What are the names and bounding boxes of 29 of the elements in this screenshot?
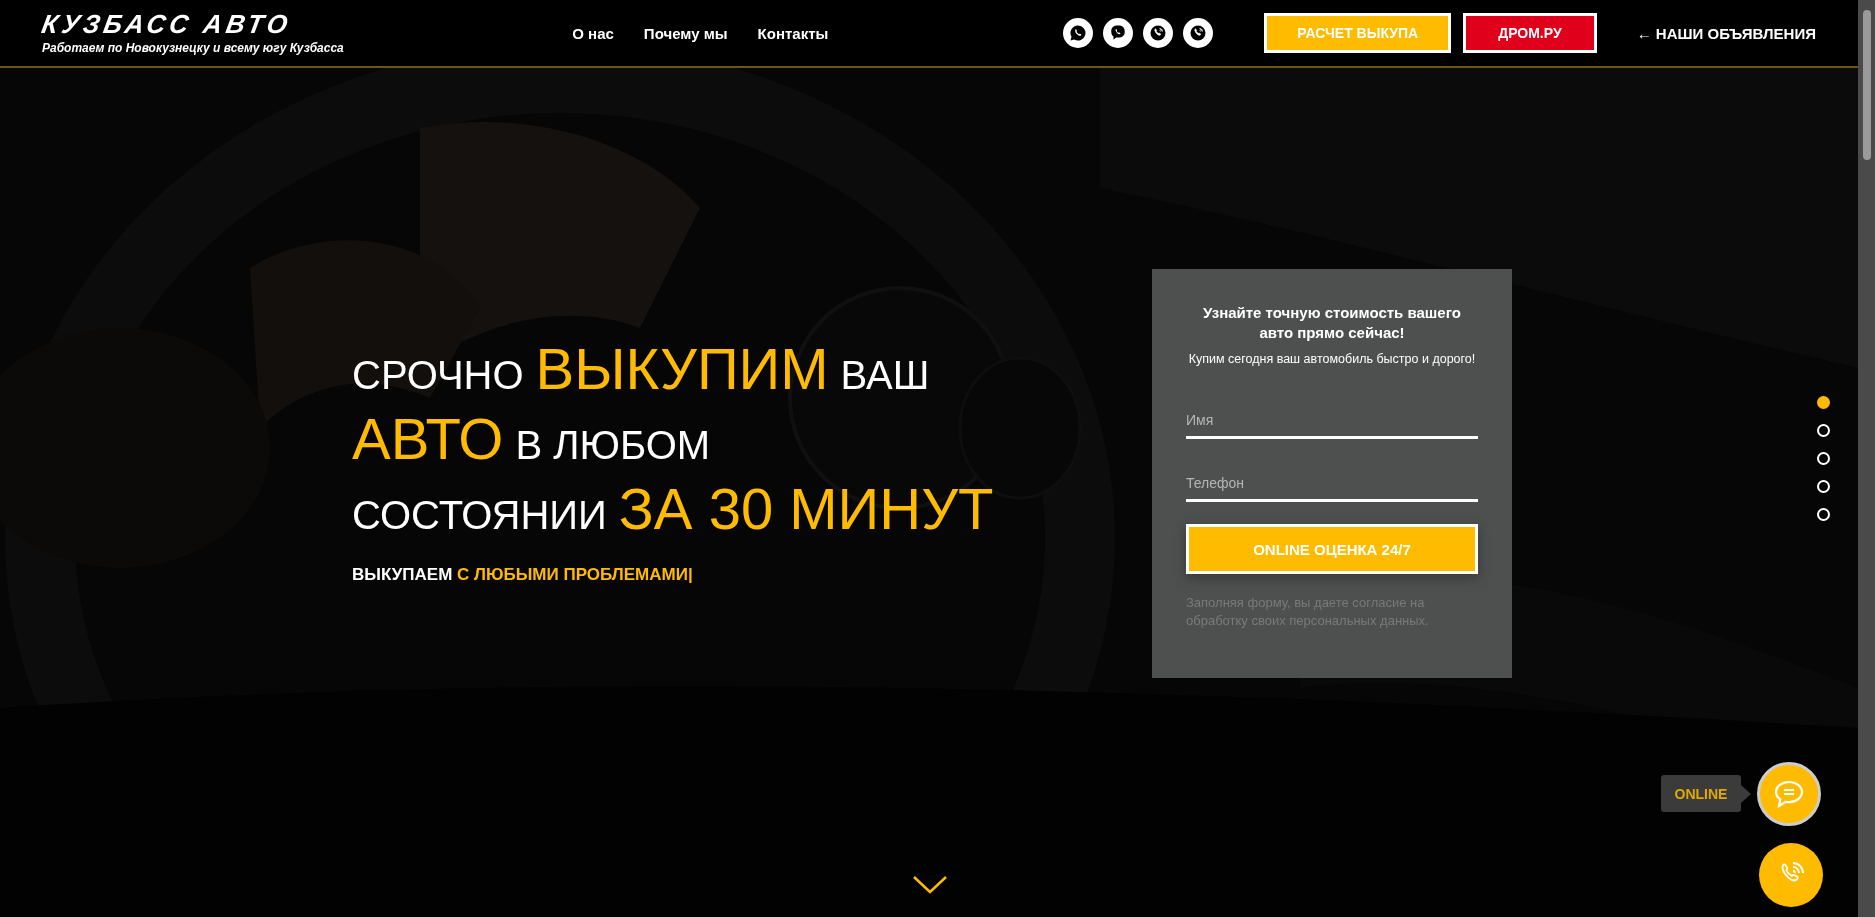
nav-link[interactable]: Почему мы [643,24,728,42]
header-button[interactable]: ДРОМ.РУ [1463,13,1597,53]
scrollbar-thumb[interactable] [1862,10,1871,160]
hero-subtitle: ВЫКУПАЕМ С ЛЮБЫМИ ПРОБЛЕМАМИ| [352,565,694,585]
input-field[interactable]: Телефон [1186,467,1478,502]
messenger-button[interactable] [1103,18,1134,48]
chevron-down-icon[interactable] [912,875,948,895]
headline-line: АВТО В ЛЮБОМ [352,405,712,473]
headline-line: СОСТОЯНИИ ЗА 30 МИНУТ [352,475,995,543]
input-field[interactable]: Имя [1186,404,1478,439]
form-title: Узнайте точную стоимость вашего авто прямо сейчас! [1202,303,1462,342]
ads-link[interactable]: ← НАШИ ОБЪЯВЛЕНИЯ [1636,24,1816,42]
messenger-button[interactable] [1063,18,1094,48]
messenger-button[interactable] [1183,18,1214,48]
form-subtitle: Купим сегодня ваш автомобиль быстро и дорого! [1188,352,1476,366]
tooltip-pointer [1741,785,1751,803]
messenger-button[interactable] [1143,18,1174,48]
phone-icon [1149,24,1168,42]
logo-tagline: Работаем по Новокузнецку и всему югу Кузбасса [42,41,344,55]
chat-icon [1773,779,1805,809]
nav-link[interactable]: Контакты [757,24,829,42]
phone-icon [1189,24,1208,42]
headline-line: СРОЧНО ВЫКУПИМ ВАШ [352,335,931,403]
online-tooltip: ONLINE [1661,775,1741,812]
nav-link[interactable]: О нас [572,24,614,42]
phone-bubble-icon [1109,24,1128,42]
chat-bubble-icon [1069,24,1088,42]
scrollbar[interactable] [1858,0,1875,917]
logo[interactable]: КУЗБАСС АВТО [39,11,294,37]
